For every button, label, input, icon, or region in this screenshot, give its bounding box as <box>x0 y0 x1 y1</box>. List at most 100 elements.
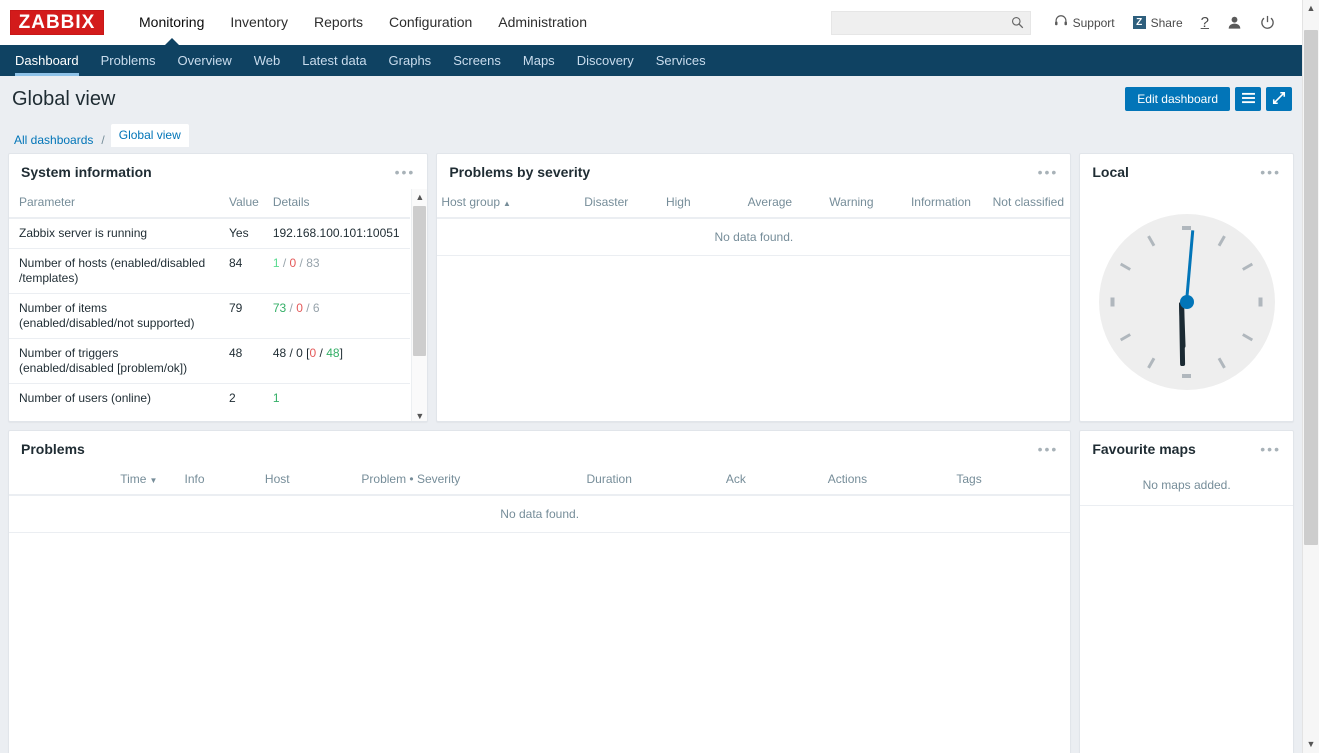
share-link[interactable]: Z Share <box>1124 9 1192 37</box>
breadcrumb-all-dashboards[interactable]: All dashboards <box>12 133 95 147</box>
topnav-item-inventory[interactable]: Inventory <box>217 0 301 45</box>
page-scrollbar[interactable]: ▲ ▼ <box>1302 0 1319 753</box>
search-icon[interactable] <box>1011 16 1024 29</box>
system-information-body: Parameter Value Details Zabbix server is… <box>9 189 428 421</box>
column-tags[interactable]: Tags <box>952 466 1071 496</box>
support-link[interactable]: Support <box>1045 9 1124 37</box>
widget-header: System information ••• <box>9 154 427 189</box>
column-time[interactable]: Time ▼ <box>116 466 181 496</box>
column-not-classified[interactable]: Not classified <box>988 189 1071 219</box>
dashboard-row-2: Problems ••• Time ▼ Info Host Problem • … <box>8 430 1294 753</box>
help-label: ? <box>1200 14 1209 31</box>
clock-tick <box>1110 297 1115 307</box>
column-problem-severity[interactable]: Problem • Severity <box>357 466 583 496</box>
detail-sep: / <box>286 301 297 315</box>
column-average[interactable]: Average <box>743 189 826 219</box>
topnav-item-administration[interactable]: Administration <box>485 0 600 45</box>
zabbix-logo[interactable]: ZABBIX <box>10 10 104 35</box>
column-info[interactable]: Info <box>180 466 261 496</box>
widget-header: Local ••• <box>1080 154 1293 189</box>
column-label: Host group <box>441 195 501 209</box>
subnav-item-web[interactable]: Web <box>243 45 292 76</box>
row-value: 84 <box>219 248 263 294</box>
subnav-item-problems[interactable]: Problems <box>90 45 167 76</box>
subnav-item-dashboard[interactable]: Dashboard <box>4 45 90 76</box>
support-label: Support <box>1072 15 1115 30</box>
widget-header: Problems ••• <box>9 431 1070 466</box>
column-host-group[interactable]: Host group ▲ <box>437 189 581 219</box>
subnav-item-overview[interactable]: Overview <box>167 45 243 76</box>
problems-by-severity-empty: No data found. <box>437 219 1071 256</box>
widget-menu-icon[interactable]: ••• <box>393 163 418 181</box>
detail-part: 192.168.100.101:10051 <box>272 226 400 240</box>
column-warning[interactable]: Warning <box>825 189 907 219</box>
column-actions[interactable]: Actions <box>823 466 953 496</box>
sign-out-icon[interactable] <box>1251 15 1284 30</box>
scroll-thumb[interactable] <box>413 206 427 356</box>
problems-empty: No data found. <box>9 496 1071 533</box>
main-navigation: Monitoring Inventory Reports Configurati… <box>126 0 600 46</box>
system-information-scrollbar[interactable]: ▲ ▼ <box>411 189 428 421</box>
widget-menu-icon[interactable]: ••• <box>1036 440 1061 458</box>
subnav-item-maps[interactable]: Maps <box>512 45 566 76</box>
row-details: 1 / 0 / 83 <box>262 248 411 294</box>
topnav-item-monitoring[interactable]: Monitoring <box>126 0 217 46</box>
clock-tick <box>1258 297 1263 307</box>
problems-table: Time ▼ Info Host Problem • Severity Durat… <box>9 466 1071 496</box>
page-scroll-thumb[interactable] <box>1304 30 1318 545</box>
global-search[interactable] <box>830 10 1031 35</box>
subnav-item-services[interactable]: Services <box>645 45 717 76</box>
column-value[interactable]: Value <box>219 189 263 219</box>
favourite-maps-empty: No maps added. <box>1080 466 1293 506</box>
fullscreen-button[interactable] <box>1266 87 1292 111</box>
breadcrumb-separator: / <box>101 133 105 147</box>
dashboard-menu-button[interactable] <box>1235 87 1261 111</box>
dashboard-grid: System information ••• Parameter Value D… <box>0 147 1302 753</box>
topnav-item-configuration[interactable]: Configuration <box>376 0 485 45</box>
scroll-up-icon[interactable]: ▲ <box>412 189 427 204</box>
column-details[interactable]: Details <box>262 189 411 219</box>
widget-favourite-maps: Favourite maps ••• No maps added. <box>1079 430 1294 753</box>
widget-menu-icon[interactable]: ••• <box>1258 163 1283 181</box>
page-scroll-down-icon[interactable]: ▼ <box>1303 736 1319 753</box>
search-input[interactable] <box>837 15 1008 30</box>
widget-title: Local <box>1092 163 1129 180</box>
user-profile-icon[interactable] <box>1218 15 1251 30</box>
widget-header: Favourite maps ••• <box>1080 431 1293 466</box>
subnav-item-screens[interactable]: Screens <box>442 45 512 76</box>
page-scroll-up-icon[interactable]: ▲ <box>1303 0 1319 17</box>
page-title-row: Global view Edit dashboard <box>0 76 1302 122</box>
help-icon[interactable]: ? <box>1192 14 1218 31</box>
column-host[interactable]: Host <box>260 466 358 496</box>
column-high[interactable]: High <box>661 189 744 219</box>
column-ack[interactable]: Ack <box>721 466 824 496</box>
column-label: Time <box>120 472 147 486</box>
widget-menu-icon[interactable]: ••• <box>1258 440 1283 458</box>
page-title: Global view <box>12 87 116 110</box>
row-value: Yes <box>219 218 263 249</box>
table-row: Number of users (online) 2 1 <box>9 384 410 414</box>
row-parameter: Number of hosts (enabled/disabled /templ… <box>9 248 219 294</box>
column-duration[interactable]: Duration <box>582 466 722 496</box>
edit-dashboard-button[interactable]: Edit dashboard <box>1125 87 1230 111</box>
widget-problems: Problems ••• Time ▼ Info Host Problem • … <box>8 430 1072 753</box>
topnav-item-reports[interactable]: Reports <box>301 0 376 45</box>
detail-part: 6 <box>312 301 320 315</box>
share-icon: Z <box>1132 16 1146 29</box>
subnav-item-latest-data[interactable]: Latest data <box>291 45 377 76</box>
subnav-item-graphs[interactable]: Graphs <box>378 45 443 76</box>
column-information[interactable]: Information <box>906 189 989 219</box>
widget-title: System information <box>21 163 152 180</box>
clock-tick <box>1182 374 1192 378</box>
breadcrumb-current-dashboard[interactable]: Global view <box>110 124 189 147</box>
detail-part: 1 <box>272 391 280 405</box>
detail-sep: / <box>302 301 313 315</box>
detail-part: 73 <box>272 301 287 315</box>
widget-clock: Local ••• <box>1079 153 1294 422</box>
row-parameter: Zabbix server is running <box>9 218 219 249</box>
scroll-down-icon[interactable]: ▼ <box>412 408 427 421</box>
column-disaster[interactable]: Disaster <box>580 189 662 219</box>
widget-menu-icon[interactable]: ••• <box>1036 163 1061 181</box>
subnav-item-discovery[interactable]: Discovery <box>566 45 645 76</box>
column-parameter[interactable]: Parameter <box>9 189 219 219</box>
